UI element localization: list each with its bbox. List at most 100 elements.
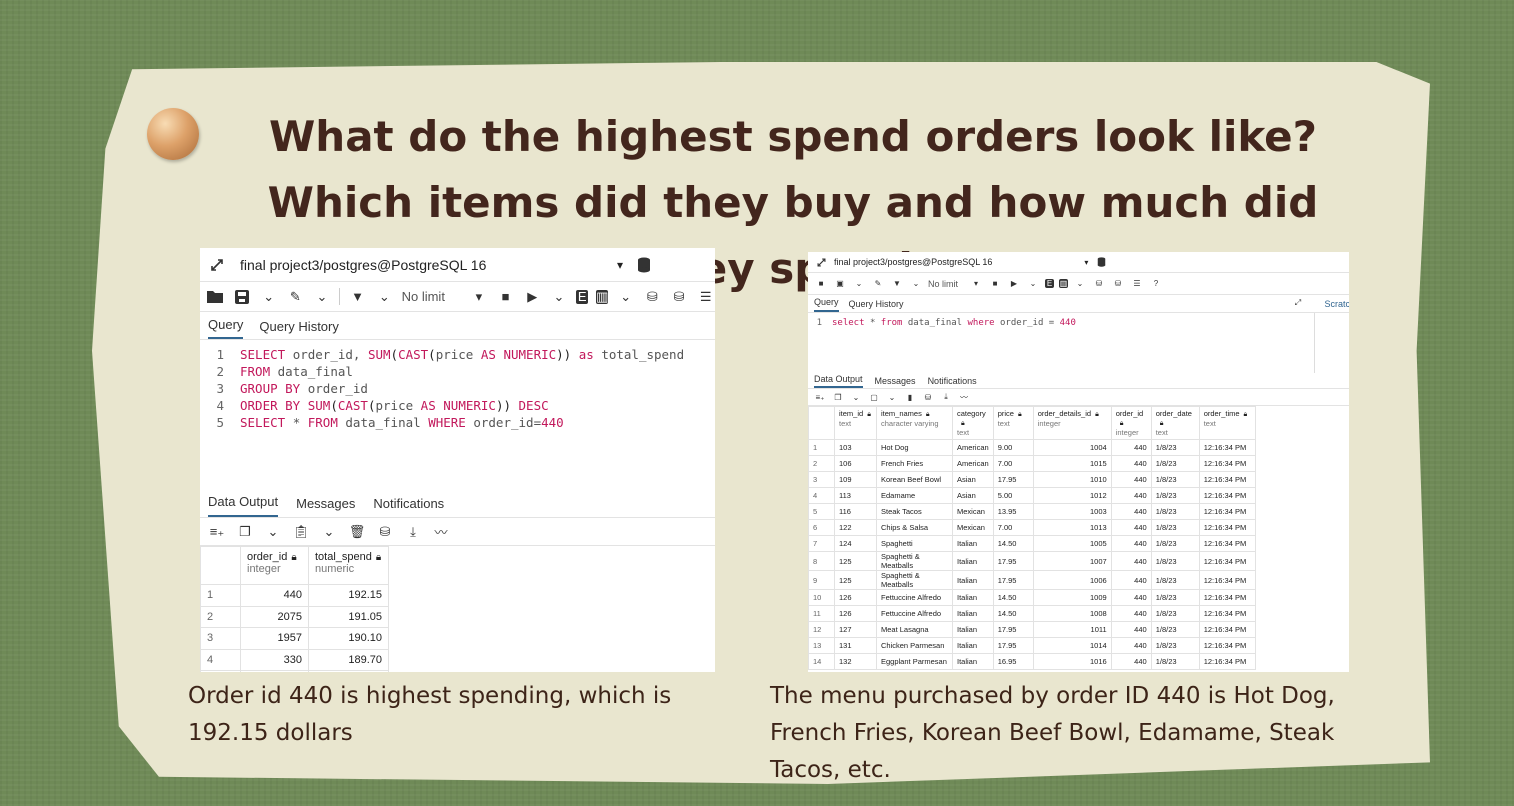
- table-row[interactable]: 3 1957 190.10: [200, 627, 389, 650]
- table-cell[interactable]: Asian: [952, 487, 994, 504]
- expand-icon[interactable]: ⤢: [1291, 296, 1305, 309]
- table-cell[interactable]: 12:16:34 PM: [1198, 570, 1256, 590]
- chevron-down-icon[interactable]: ⌄: [852, 277, 866, 290]
- table-row[interactable]: 9 125 Spaghetti & Meatballs Italian 17.95 100…: [808, 570, 1256, 590]
- table-cell[interactable]: Italian: [952, 570, 994, 590]
- table-cell[interactable]: 12:16:34 PM: [1198, 503, 1256, 520]
- column-header[interactable]: price 🔒︎ text: [992, 406, 1034, 440]
- chevron-down-icon[interactable]: ⌄: [1073, 277, 1087, 290]
- commit-icon[interactable]: ⛁: [643, 287, 662, 307]
- table-row[interactable]: 6 122 Chips & Salsa Mexican 7.00 1013 440 1/8/2…: [808, 519, 1256, 536]
- table-cell[interactable]: Hot Dog: [876, 439, 953, 456]
- pencil-icon[interactable]: ✎: [871, 277, 885, 290]
- table-cell[interactable]: 1009: [1032, 589, 1112, 606]
- table-cell[interactable]: 12:16:34 PM: [1198, 551, 1256, 571]
- chart-icon[interactable]: ▥: [596, 289, 609, 304]
- table-cell[interactable]: Chicken Parmesan: [876, 637, 953, 654]
- table-cell[interactable]: 14.50: [992, 589, 1034, 606]
- save-icon[interactable]: [233, 287, 252, 307]
- table-cell[interactable]: 1004: [1032, 439, 1112, 456]
- table-cell[interactable]: Fettuccine Alfredo: [876, 605, 953, 622]
- chevron-down-icon[interactable]: ⌄: [550, 287, 569, 307]
- database-icon[interactable]: [1094, 256, 1108, 269]
- chart-icon[interactable]: ▥: [1059, 279, 1068, 288]
- tab-messages[interactable]: Messages: [296, 496, 355, 517]
- table-cell[interactable]: 1011: [1032, 621, 1112, 638]
- table-cell[interactable]: 1016: [1032, 653, 1112, 670]
- table-cell[interactable]: American: [952, 455, 994, 472]
- table-row[interactable]: 8 125 Spaghetti & Meatballs Italian 17.95 100…: [808, 551, 1256, 571]
- table-cell[interactable]: 1/8/23: [1150, 605, 1200, 622]
- chevron-down-icon[interactable]: ⌄: [318, 522, 340, 542]
- tab-query[interactable]: Query: [814, 297, 839, 312]
- explain-icon[interactable]: E: [576, 289, 589, 304]
- paste-icon[interactable]: 📋︎: [290, 522, 312, 542]
- chevron-down-icon[interactable]: ⌄: [375, 287, 394, 307]
- table-row[interactable]: 4 113 Edamame Asian 5.00 1012 440 1/8/23 12:16:3…: [808, 487, 1256, 504]
- tab-notifications[interactable]: Notifications: [928, 376, 977, 388]
- chevron-down-icon[interactable]: ⌄: [1026, 277, 1040, 290]
- table-cell[interactable]: 106: [834, 455, 877, 472]
- table-cell[interactable]: 17.95: [992, 471, 1034, 488]
- table-row[interactable]: 1 440 192.15: [200, 584, 389, 607]
- table-cell[interactable]: 17.95: [992, 551, 1034, 571]
- chevron-down-icon[interactable]: ▾: [1084, 258, 1088, 267]
- table-cell[interactable]: 12:16:34 PM: [1198, 637, 1256, 654]
- explain-icon[interactable]: E: [1045, 279, 1054, 288]
- table-cell[interactable]: 192.15: [308, 584, 389, 607]
- column-header[interactable]: category🔒︎ text: [952, 406, 994, 440]
- table-cell[interactable]: 9.00: [992, 439, 1034, 456]
- table-cell[interactable]: 12:16:34 PM: [1198, 605, 1256, 622]
- table-cell[interactable]: 440: [1110, 471, 1152, 488]
- table-cell[interactable]: 125: [834, 570, 877, 590]
- table-cell[interactable]: 113: [834, 487, 877, 504]
- table-cell[interactable]: 1/8/23: [1150, 653, 1200, 670]
- table-cell[interactable]: 132: [834, 653, 877, 670]
- chevron-down-icon[interactable]: ⌄: [262, 522, 284, 542]
- play-icon[interactable]: ▶: [1007, 277, 1021, 290]
- table-cell[interactable]: 189.70: [308, 648, 389, 671]
- table-cell[interactable]: 440: [1110, 637, 1152, 654]
- table-cell[interactable]: Italian: [952, 535, 994, 552]
- chevron-down-icon[interactable]: ▾: [470, 287, 489, 307]
- table-cell[interactable]: 440: [1110, 455, 1152, 472]
- add-row-icon[interactable]: ≡₊: [206, 522, 228, 542]
- table-cell[interactable]: 7.00: [992, 455, 1034, 472]
- table-row[interactable]: 11 126 Fettuccine Alfredo Italian 14.50 1008 4…: [808, 605, 1256, 622]
- tab-query-history[interactable]: Query History: [259, 319, 338, 339]
- table-cell[interactable]: 1012: [1032, 487, 1112, 504]
- table-cell[interactable]: 103: [834, 439, 877, 456]
- chevron-down-icon[interactable]: ▾: [617, 258, 623, 272]
- table-cell[interactable]: Chips & Salsa: [876, 519, 953, 536]
- save-data-icon[interactable]: ⛁: [374, 522, 396, 542]
- table-cell[interactable]: 190.10: [308, 627, 389, 650]
- stop-icon[interactable]: ■: [496, 287, 515, 307]
- table-cell[interactable]: 16.95: [992, 653, 1034, 670]
- column-header[interactable]: order_id🔒︎integer: [1110, 406, 1152, 440]
- table-row[interactable]: 2 106 French Fries American 7.00 1015 440 1/8/2…: [808, 455, 1256, 472]
- save-icon[interactable]: ▣: [833, 277, 847, 290]
- table-row[interactable]: 2 2075 191.05: [200, 605, 389, 628]
- table-cell[interactable]: American: [952, 439, 994, 456]
- table-cell[interactable]: Korean Beef Bowl: [876, 471, 953, 488]
- copy-icon[interactable]: ❐: [234, 522, 256, 542]
- table-row[interactable]: 7 124 Spaghetti Italian 14.50 1005 440 1/8/23 12…: [808, 535, 1256, 552]
- table-cell[interactable]: 191.05: [308, 605, 389, 628]
- table-cell[interactable]: 7.00: [992, 519, 1034, 536]
- help-icon[interactable]: ?: [1149, 277, 1163, 290]
- table-cell[interactable]: 1/8/23: [1150, 589, 1200, 606]
- filter-icon[interactable]: ▼: [890, 277, 904, 290]
- tab-messages[interactable]: Messages: [875, 376, 916, 388]
- table-row[interactable]: 52675185.10: [200, 670, 389, 672]
- tab-data-output[interactable]: Data Output: [814, 374, 863, 388]
- connection-name[interactable]: final project3/postgres@PostgreSQL 16: [834, 257, 992, 267]
- macros-icon[interactable]: ☰: [696, 287, 715, 307]
- delete-icon[interactable]: ▮: [903, 391, 917, 404]
- table-cell[interactable]: 17.95: [992, 570, 1034, 590]
- tab-data-output[interactable]: Data Output: [208, 494, 279, 517]
- filter-icon[interactable]: ▼: [348, 287, 367, 307]
- limit-select[interactable]: No limit: [928, 279, 964, 289]
- table-cell[interactable]: 12:16:34 PM: [1198, 471, 1256, 488]
- table-cell[interactable]: 12:16:34 PM: [1198, 439, 1256, 456]
- table-cell[interactable]: Edamame: [876, 487, 953, 504]
